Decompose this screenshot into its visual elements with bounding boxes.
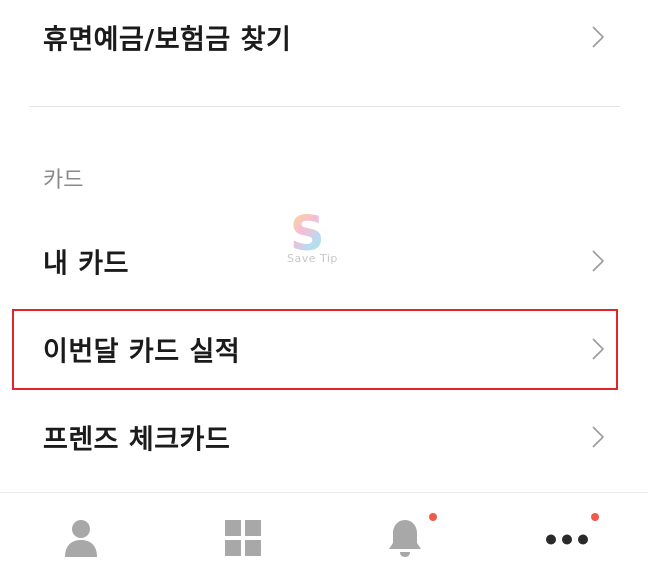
menu-item-label: 프렌즈 체크카드 — [43, 424, 231, 456]
watermark: S Save Tip — [284, 206, 344, 272]
more-icon — [545, 531, 589, 550]
menu-item-label: 내 카드 — [43, 248, 129, 280]
section-title-card: 카드 — [43, 168, 84, 193]
chevron-right-icon — [592, 426, 604, 448]
menu-item-label: 이번달 카드 실적 — [43, 336, 241, 368]
menu-item-dormant-deposit[interactable]: 휴면예금/보험금 찾기 — [0, 2, 648, 72]
menu-item-friends-check-card[interactable]: 프렌즈 체크카드 — [0, 402, 648, 472]
nav-tab-grid[interactable] — [162, 493, 324, 583]
notification-badge — [591, 513, 599, 521]
watermark-text: Save Tip — [287, 252, 338, 265]
nav-tab-more[interactable] — [486, 493, 648, 583]
bottom-nav — [0, 492, 648, 583]
chevron-right-icon — [592, 26, 604, 48]
notification-badge — [429, 513, 437, 521]
menu-item-label: 휴면예금/보험금 찾기 — [43, 24, 292, 56]
grid-icon — [225, 520, 261, 560]
person-icon — [64, 519, 98, 561]
bell-icon — [388, 518, 422, 562]
section-divider — [29, 106, 620, 107]
watermark-logo-icon: S — [290, 206, 325, 262]
menu-item-card-performance[interactable]: 이번달 카드 실적 — [0, 314, 648, 384]
nav-tab-notifications[interactable] — [324, 493, 486, 583]
chevron-right-icon — [592, 338, 604, 360]
screen: 휴면예금/보험금 찾기 카드 내 카드 이번달 카드 실적 프렌즈 체크카드 S… — [0, 0, 648, 583]
nav-tab-profile[interactable] — [0, 493, 162, 583]
chevron-right-icon — [592, 250, 604, 272]
